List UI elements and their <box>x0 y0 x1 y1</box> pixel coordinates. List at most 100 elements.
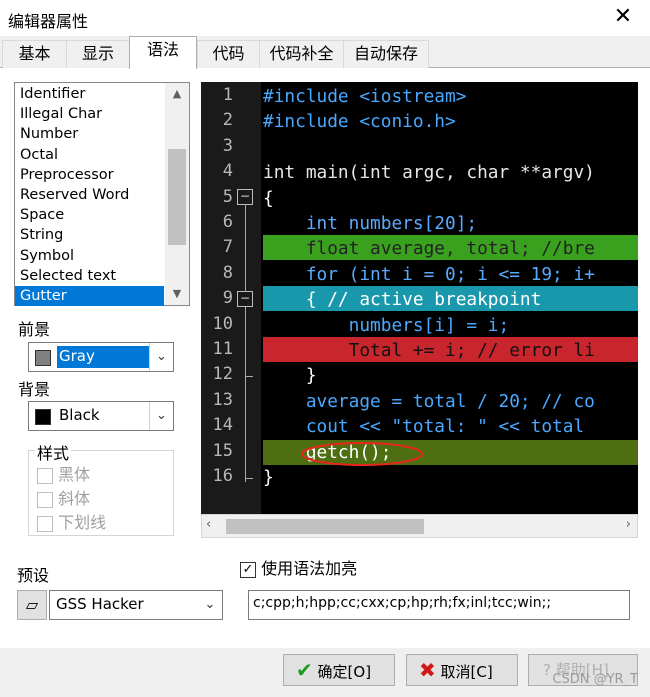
scroll-thumb[interactable] <box>226 519 424 534</box>
close-button[interactable]: ✕ <box>610 4 636 29</box>
code-line: { <box>263 188 274 209</box>
extensions-value[interactable]: c;cpp;h;hpp;cc;cxx;cp;hp;rh;fx;inl;tcc;w… <box>253 595 551 611</box>
code-line: int numbers[20]; <box>263 213 478 234</box>
close-icon: ✖ <box>419 658 436 682</box>
tab-bar: 基本 显示 语法 代码 代码补全 自动保存 <box>0 36 650 69</box>
code-line: numbers[i] = i; <box>263 315 510 336</box>
code-preview: − − 1 2 3 4 5 6 7 8 9 10 11 12 13 14 15 … <box>201 82 638 514</box>
line-number: 16 <box>212 466 233 486</box>
code-line: Total += i; // error li <box>263 340 595 361</box>
code-line: } <box>263 467 274 488</box>
line-number: 15 <box>212 441 233 461</box>
title-bar <box>0 0 650 36</box>
fold-line <box>245 192 246 482</box>
line-number: 13 <box>212 390 233 410</box>
scroll-thumb[interactable] <box>168 149 186 245</box>
foreground-swatch <box>35 350 51 366</box>
italic-label: 斜体 <box>58 489 91 508</box>
foreground-value: Gray <box>59 347 95 365</box>
code-line: #include <iostream> <box>263 86 467 107</box>
background-value: Black <box>59 406 100 424</box>
list-item[interactable]: Selected text <box>15 266 164 286</box>
foreground-label: 前景 <box>18 320 51 339</box>
cancel-label: 取消[C] <box>440 663 493 681</box>
check-icon: ✔ <box>296 658 313 682</box>
line-number: 1 <box>222 85 233 105</box>
scroll-up-icon[interactable]: ▲ <box>165 87 189 100</box>
preset-select[interactable]: GSS Hacker ⌄ <box>49 590 223 620</box>
list-item[interactable]: Preprocessor <box>15 165 164 185</box>
fold-minus-icon[interactable]: − <box>237 291 253 307</box>
ok-button[interactable]: ✔ 确定[O] <box>283 654 395 686</box>
scroll-down-icon[interactable]: ▼ <box>165 287 189 300</box>
check-icon[interactable]: ✓ <box>240 561 256 578</box>
chevron-down-icon[interactable]: ⌄ <box>149 402 173 430</box>
line-number: 5 <box>222 187 233 207</box>
list-item[interactable]: Number <box>15 124 164 144</box>
fold-end-mark <box>245 376 253 377</box>
scroll-left-icon[interactable]: ‹ <box>206 517 211 532</box>
code-line: } <box>263 365 317 386</box>
tab-code-completion[interactable]: 代码补全 <box>259 40 344 68</box>
background-select[interactable]: Black ⌄ <box>28 401 174 431</box>
list-item[interactable]: Reserved Word <box>15 185 164 205</box>
background-swatch <box>35 409 51 425</box>
code-line: int main(int argc, char **argv) <box>263 162 595 183</box>
foreground-select[interactable]: Gray ⌄ <box>28 342 174 372</box>
line-number: 2 <box>222 110 233 130</box>
list-item[interactable]: String <box>15 225 164 245</box>
syntax-highlight-checkbox[interactable]: ✓ 使用语法加亮 <box>240 555 357 579</box>
code-line: float average, total; //bre <box>263 238 595 259</box>
chevron-down-icon[interactable]: ⌄ <box>198 591 222 619</box>
chevron-down-icon[interactable]: ⌄ <box>149 343 173 371</box>
syntax-highlight-label: 使用语法加亮 <box>261 559 358 578</box>
help-icon: ? <box>543 661 551 679</box>
extensions-field[interactable]: c;cpp;h;hpp;cc;cxx;cp;hp;rh;fx;inl;tcc;w… <box>248 590 630 620</box>
tab-basic[interactable]: 基本 <box>2 40 67 68</box>
list-scrollbar[interactable]: ▲ ▼ <box>165 83 189 305</box>
checkbox-box[interactable] <box>37 467 53 484</box>
list-item[interactable]: Symbol <box>15 246 164 266</box>
line-number: 10 <box>212 314 233 334</box>
line-number: 4 <box>222 161 233 181</box>
underline-checkbox[interactable]: 下划线 <box>37 509 106 533</box>
preview-hscrollbar[interactable]: ‹ › <box>201 514 638 538</box>
list-item[interactable]: Octal <box>15 145 164 165</box>
tab-autosave[interactable]: 自动保存 <box>343 40 429 68</box>
tab-syntax[interactable]: 语法 <box>129 36 197 69</box>
line-number: 12 <box>212 364 233 384</box>
code-line: for (int i = 0; i <= 19; i+ <box>263 264 595 285</box>
fold-minus-icon[interactable]: − <box>237 189 253 205</box>
line-number: 9 <box>222 288 233 308</box>
code-line: average = total / 20; // co <box>263 391 595 412</box>
line-number: 11 <box>212 339 233 359</box>
code-line: #include <conio.h> <box>263 111 456 132</box>
bold-checkbox[interactable]: 黑体 <box>37 461 90 485</box>
line-number: 7 <box>222 237 233 257</box>
cancel-button[interactable]: ✖ 取消[C] <box>406 654 518 686</box>
preset-value: GSS Hacker <box>56 595 144 613</box>
code-line: { // active breakpoint <box>263 289 542 310</box>
tab-code[interactable]: 代码 <box>197 40 260 68</box>
list-item[interactable]: Identifier <box>15 84 164 104</box>
tab-display[interactable]: 显示 <box>66 40 130 68</box>
syntax-element-list[interactable]: Identifier Illegal Char Number Octal Pre… <box>14 82 190 307</box>
list-item-selected[interactable]: Gutter <box>15 285 164 307</box>
line-number: 14 <box>212 415 233 435</box>
line-number: 6 <box>222 212 233 232</box>
checkbox-box[interactable] <box>37 491 53 508</box>
load-preset-icon[interactable]: ▱ <box>17 590 47 620</box>
background-label: 背景 <box>18 380 51 399</box>
watermark: CSDN @YR_T <box>552 672 638 687</box>
checkbox-box[interactable] <box>37 515 53 532</box>
line-number: 3 <box>222 136 233 156</box>
list-item[interactable]: Space <box>15 205 164 225</box>
line-number: 8 <box>222 263 233 283</box>
underline-label: 下划线 <box>58 513 107 532</box>
code-line: cout << "total: " << total <box>263 416 585 437</box>
list-item[interactable]: Illegal Char <box>15 104 164 124</box>
italic-checkbox[interactable]: 斜体 <box>37 485 90 509</box>
scroll-right-icon[interactable]: › <box>626 517 631 532</box>
ok-label: 确定[O] <box>317 663 372 681</box>
preset-label: 预设 <box>17 566 50 585</box>
